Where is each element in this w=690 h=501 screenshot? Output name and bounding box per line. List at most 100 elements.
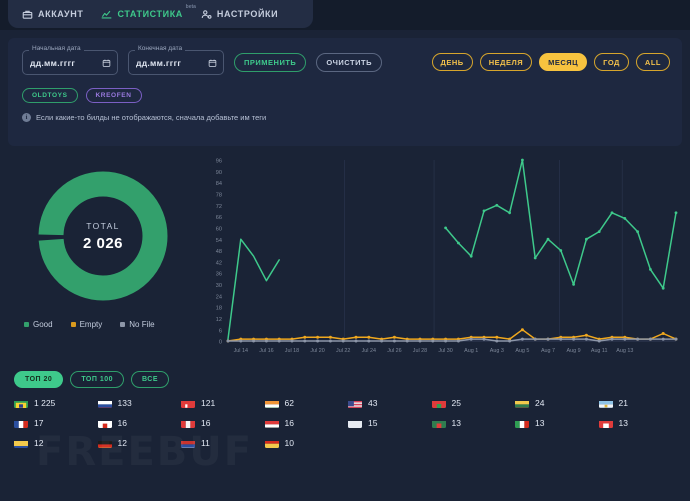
end-date-field[interactable]: Конечная дата дд.мм.гггг (128, 50, 224, 75)
x-axis-tick: Jul 16 (259, 348, 273, 354)
country-item[interactable]: 12 (98, 438, 182, 448)
y-axis-tick: 54 (216, 238, 222, 244)
brazil-flag (14, 401, 28, 408)
data-point (495, 340, 498, 343)
peru-flag (181, 421, 195, 428)
statistics-dashboard: АККАУНТ СТАТИСТИКА beta (0, 0, 690, 501)
country-item[interactable]: 21 (599, 398, 683, 408)
range-week[interactable]: НЕДЕЛЯ (480, 53, 532, 71)
russia-flag (98, 401, 112, 408)
series-line-good (446, 160, 676, 288)
y-axis-tick: 42 (216, 260, 222, 266)
country-item[interactable]: 62 (265, 398, 349, 408)
country-count: 133 (118, 398, 132, 408)
start-date-field[interactable]: Начальная дата дд.мм.гггг (22, 50, 118, 75)
range-day[interactable]: ДЕНЬ (432, 53, 473, 71)
data-point (598, 340, 601, 343)
calendar-icon[interactable] (208, 58, 217, 67)
user-gear-icon (201, 9, 212, 20)
country-grid: 1 22513312162432524211716161615131313121… (8, 398, 682, 448)
data-point (508, 211, 511, 214)
data-point (278, 340, 281, 343)
country-item[interactable]: 1 225 (14, 398, 98, 408)
range-all[interactable]: ALL (636, 53, 670, 71)
data-point (662, 338, 665, 341)
country-item[interactable]: 24 (515, 398, 599, 408)
x-axis-tick: Aug 5 (515, 348, 529, 354)
country-item[interactable]: 25 (432, 398, 516, 408)
flag-icon (265, 398, 279, 408)
country-count: 121 (201, 398, 215, 408)
country-item[interactable]: 17 (14, 418, 98, 428)
data-point (342, 340, 345, 343)
flag-icon (432, 398, 446, 408)
legend-label-empty: Empty (80, 320, 103, 329)
legend-item-good[interactable]: Good (24, 320, 53, 329)
tab-settings[interactable]: НАСТРОЙКИ (201, 9, 278, 20)
serbia-flag (181, 441, 195, 448)
country-item[interactable]: 13 (599, 418, 683, 428)
country-tab-top20[interactable]: ТОП 20 (14, 371, 63, 388)
tag-kreofen[interactable]: KREOFEN (86, 88, 142, 103)
y-axis-tick: 6 (219, 328, 222, 334)
country-item[interactable]: 11 (181, 438, 265, 448)
end-date-value: дд.мм.гггг (136, 58, 181, 68)
flag-icon (599, 398, 613, 408)
country-item[interactable]: 13 (432, 418, 516, 428)
country-item[interactable]: 15 (348, 418, 432, 428)
data-point (483, 210, 486, 213)
x-axis-tick: Jul 22 (336, 348, 350, 354)
japan-flag (98, 421, 112, 428)
data-point (521, 159, 524, 162)
country-item[interactable]: 16 (265, 418, 349, 428)
legend-swatch-nofile (120, 322, 125, 327)
donut-total-label: TOTAL (86, 221, 120, 231)
country-tab-all[interactable]: ВСЕ (131, 371, 169, 388)
tab-statistics[interactable]: СТАТИСТИКА beta (101, 9, 182, 20)
country-count: 12 (118, 438, 127, 448)
country-count: 16 (201, 418, 210, 428)
y-axis-tick: 18 (216, 306, 222, 312)
country-tab-top100[interactable]: ТОП 100 (70, 371, 124, 388)
date-filter-row: Начальная дата дд.мм.гггг Конечная дата … (22, 50, 382, 75)
y-axis-tick: 84 (216, 181, 222, 187)
data-point (291, 340, 294, 343)
morocco-flag (432, 401, 446, 408)
data-point (495, 204, 498, 207)
data-point (534, 338, 537, 341)
legend-item-empty[interactable]: Empty (71, 320, 103, 329)
y-axis-tick: 12 (216, 317, 222, 323)
calendar-icon[interactable] (102, 58, 111, 67)
country-item[interactable]: 13 (515, 418, 599, 428)
legend-item-nofile[interactable]: No File (120, 320, 154, 329)
data-point (444, 340, 447, 343)
data-point (329, 336, 332, 339)
country-item[interactable]: 12 (14, 438, 98, 448)
country-item[interactable]: 16 (181, 418, 265, 428)
flag-icon (265, 438, 279, 448)
country-item[interactable]: 43 (348, 398, 432, 408)
x-axis-tick: Jul 26 (387, 348, 401, 354)
data-point (457, 340, 460, 343)
legend-swatch-empty (71, 322, 76, 327)
data-point (623, 217, 626, 220)
egypt-flag (265, 421, 279, 428)
tab-account[interactable]: АККАУНТ (22, 9, 83, 20)
clear-button[interactable]: ОЧИСТИТЬ (316, 53, 382, 72)
line-chart[interactable]: 06121824303642485460667278849096Jul 14Ju… (194, 152, 682, 367)
apply-button[interactable]: ПРИМЕНИТЬ (234, 53, 306, 72)
data-point (585, 338, 588, 341)
legend-label-nofile: No File (129, 320, 154, 329)
range-month[interactable]: МЕСЯЦ (539, 53, 587, 71)
flag-icon (98, 438, 112, 448)
france-flag (14, 421, 28, 428)
range-year[interactable]: ГОД (594, 53, 629, 71)
tag-oldtoys[interactable]: OLDTOYS (22, 88, 78, 103)
data-point (611, 338, 614, 341)
country-item[interactable]: 16 (98, 418, 182, 428)
country-item[interactable]: 133 (98, 398, 182, 408)
country-item[interactable]: 121 (181, 398, 265, 408)
data-point (265, 340, 268, 343)
data-point (457, 242, 460, 245)
country-item[interactable]: 10 (265, 438, 349, 448)
